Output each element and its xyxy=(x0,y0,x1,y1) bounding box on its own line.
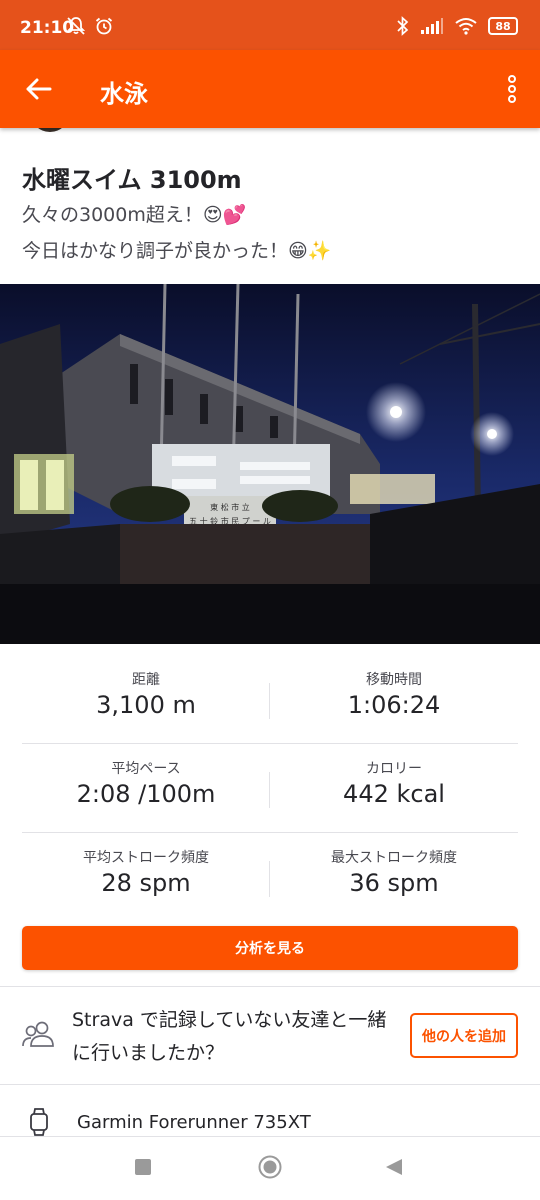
stat-avg-stroke-rate: 平均ストローク頻度 28 spm xyxy=(22,833,270,921)
activity-title: 水曜スイム 3100m xyxy=(22,166,242,194)
stat-max-stroke-rate: 最大ストローク頻度 36 spm xyxy=(270,833,518,921)
stat-value: 1:06:24 xyxy=(347,691,441,719)
stat-distance: 距離 3,100 m xyxy=(22,655,270,743)
view-analysis-button[interactable]: 分析を見る xyxy=(22,926,518,970)
stat-value: 2:08 /100m xyxy=(76,780,216,808)
friends-prompt-text: Strava で記録していない友達と一緒に行いましたか？ xyxy=(72,1009,387,1064)
device-name: Garmin Forerunner 735XT xyxy=(77,1112,311,1133)
divider xyxy=(0,1136,540,1137)
stats-row: 平均ペース 2:08 /100m カロリー 442 kcal xyxy=(22,744,518,833)
activity-photo[interactable]: 東 松 市 立 五 十 鈴 市 民 プ ー ル xyxy=(0,284,540,644)
stat-label: 平均ペース xyxy=(111,761,181,777)
signal-icon xyxy=(421,18,443,34)
stats-row: 平均ストローク頻度 28 spm 最大ストローク頻度 36 spm xyxy=(22,833,518,922)
status-left-icons xyxy=(66,16,114,36)
stat-value: 442 kcal xyxy=(343,780,445,808)
sign-line-1: 東 松 市 立 xyxy=(210,502,250,512)
status-right-icons: 88 xyxy=(396,16,518,36)
alarm-icon xyxy=(95,17,113,35)
back-arrow-icon[interactable] xyxy=(20,70,58,108)
system-nav-bar xyxy=(0,1138,540,1200)
battery-icon: 88 xyxy=(488,17,518,35)
stats-row: 距離 3,100 m 移動時間 1:06:24 xyxy=(22,655,518,744)
stat-value: 3,100 m xyxy=(96,691,196,719)
stat-avg-pace: 平均ペース 2:08 /100m xyxy=(22,744,270,832)
stat-label: 最大ストローク頻度 xyxy=(331,850,457,866)
stat-label: 距離 xyxy=(132,672,160,688)
activity-description-line: 久々の3000m超え！😍💕 xyxy=(22,204,247,226)
stat-label: 平均ストローク頻度 xyxy=(83,850,209,866)
add-others-button[interactable]: 他の人を追加 xyxy=(410,1013,518,1058)
app-bar: 水泳 xyxy=(0,50,540,128)
stat-value: 28 spm xyxy=(101,869,191,897)
status-bar: 21:10 88 xyxy=(0,0,540,50)
activity-description-line: 今日はかなり調子が良かった！😁✨ xyxy=(22,240,332,262)
stat-calories: カロリー 442 kcal xyxy=(270,744,518,832)
nav-back-icon[interactable] xyxy=(384,1157,404,1177)
more-options-icon[interactable] xyxy=(502,70,522,108)
people-icon xyxy=(22,1021,54,1047)
divider xyxy=(0,1084,540,1085)
recents-icon[interactable] xyxy=(135,1159,151,1175)
home-icon[interactable] xyxy=(258,1155,282,1179)
stat-moving-time: 移動時間 1:06:24 xyxy=(270,655,518,743)
divider xyxy=(0,986,540,987)
stats-grid: 距離 3,100 m 移動時間 1:06:24 平均ペース 2:08 /100m… xyxy=(22,655,518,922)
bluetooth-icon xyxy=(397,16,409,36)
stat-label: 移動時間 xyxy=(366,672,422,688)
notifications-off-icon xyxy=(66,17,86,35)
stat-label: カロリー xyxy=(366,761,422,777)
page-title: 水泳 xyxy=(100,80,148,108)
stat-value: 36 spm xyxy=(349,869,439,897)
wifi-icon xyxy=(455,18,477,35)
watch-icon xyxy=(30,1108,48,1136)
